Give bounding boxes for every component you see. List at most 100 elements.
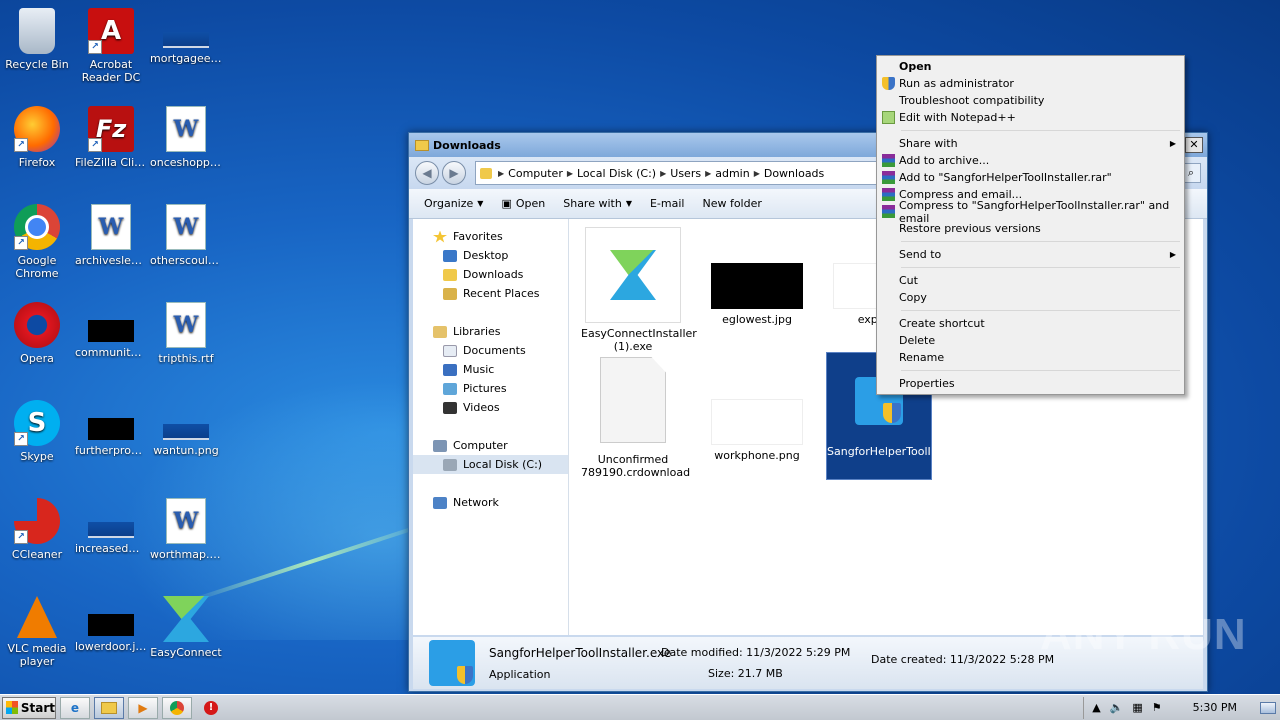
desktop-icon-ccleaner[interactable]: ↗ CCleaner: [0, 492, 74, 584]
share-with-label: Share with: [563, 197, 622, 210]
nav-item-desktop[interactable]: Desktop: [413, 246, 568, 265]
file-item[interactable]: workphone.png: [705, 357, 809, 462]
taskbar-ie[interactable]: e: [60, 696, 90, 719]
desktop-icon-vlc[interactable]: VLC media player: [0, 590, 74, 682]
nav-item-downloads[interactable]: Downloads: [413, 265, 568, 284]
desktop-icon-label: lowerdoor.jpg: [75, 640, 148, 653]
menu-item-add-archive[interactable]: Add to archive...: [879, 152, 1182, 169]
show-hidden-icons-icon[interactable]: ▲: [1092, 701, 1100, 714]
breadcrumb-item-users[interactable]: Users: [670, 167, 701, 180]
menu-item-run-as-admin[interactable]: Run as administrator: [879, 75, 1182, 92]
menu-item-create-shortcut[interactable]: Create shortcut: [879, 315, 1182, 332]
menu-item-delete[interactable]: Delete: [879, 332, 1182, 349]
nav-item-documents[interactable]: Documents: [413, 341, 568, 360]
email-button[interactable]: E-mail: [641, 197, 694, 210]
desktop-icon-archiveslea[interactable]: W archiveslea...: [74, 198, 148, 290]
menu-item-troubleshoot[interactable]: Troubleshoot compatibility: [879, 92, 1182, 109]
back-button[interactable]: ◀: [415, 161, 439, 185]
shortcut-arrow-icon: ↗: [14, 236, 28, 250]
start-label: Start: [20, 700, 55, 715]
nav-item-recent-places[interactable]: Recent Places: [413, 284, 568, 303]
menu-item-properties[interactable]: Properties: [879, 375, 1182, 392]
clock[interactable]: 5:30 PM: [1193, 701, 1237, 714]
menu-item-compress-rar-email[interactable]: Compress to "SangforHelperToolInstaller.…: [879, 199, 1182, 225]
nav-item-libraries[interactable]: Libraries: [413, 322, 568, 341]
file-size: Size: 21.7 MB: [708, 667, 783, 680]
menu-item-share-with[interactable]: Share with ▶: [879, 135, 1182, 152]
speaker-icon[interactable]: 🔈: [1110, 701, 1124, 714]
nav-item-favorites[interactable]: Favorites: [413, 227, 568, 246]
desktop-icon-skype[interactable]: S ↗ Skype: [0, 394, 74, 486]
blank-file-icon: [600, 357, 666, 443]
breadcrumb-item-computer[interactable]: Computer: [508, 167, 563, 180]
show-desktop-button[interactable]: [1260, 701, 1276, 714]
menu-item-restore[interactable]: Restore previous versions: [879, 220, 1182, 237]
desktop-icon-recycle-bin[interactable]: Recycle Bin: [0, 2, 74, 94]
taskbar-chrome[interactable]: [162, 696, 192, 719]
organize-button[interactable]: Organize ▼: [415, 197, 492, 210]
file-item[interactable]: Unconfirmed 789190.crdownload: [581, 357, 690, 479]
menu-item-rename[interactable]: Rename: [879, 349, 1182, 366]
nav-item-network[interactable]: Network: [413, 493, 568, 512]
skype-icon: S ↗: [14, 400, 60, 446]
menu-item-copy[interactable]: Copy: [879, 289, 1182, 306]
desktop-icon-chrome[interactable]: ↗ Google Chrome: [0, 198, 74, 290]
windows-logo-icon: [6, 701, 18, 714]
file-item[interactable]: EasyConnectInstaller (1).exe: [581, 227, 697, 353]
desktop-icon-tripthis[interactable]: W tripthis.rtf: [149, 296, 223, 388]
nav-item-videos[interactable]: Videos: [413, 398, 568, 417]
share-with-button[interactable]: Share with ▼: [554, 197, 641, 210]
nav-label: Desktop: [463, 249, 509, 262]
desktop-icon-label: EasyConnect: [150, 646, 222, 659]
uac-shield-icon: [882, 77, 895, 90]
menu-item-edit-notepad[interactable]: Edit with Notepad++: [879, 109, 1182, 126]
desktop-icon-filezilla[interactable]: Fz ↗ FileZilla Client: [74, 100, 148, 192]
nav-label: Downloads: [463, 268, 524, 281]
menu-separator: [901, 370, 1180, 371]
chevron-down-icon: ▼: [625, 199, 632, 208]
menu-item-add-to-rar[interactable]: Add to "SangforHelperToolInstaller.rar": [879, 169, 1182, 186]
nav-item-local-disk[interactable]: Local Disk (C:): [413, 455, 568, 474]
new-folder-button[interactable]: New folder: [693, 197, 770, 210]
breadcrumb-item-downloads[interactable]: Downloads: [764, 167, 824, 180]
open-button[interactable]: ▣ Open: [492, 197, 554, 210]
nav-label: Documents: [463, 344, 526, 357]
menu-label: Create shortcut: [899, 317, 985, 330]
desktop-icon-opera[interactable]: Opera: [0, 296, 74, 388]
desktop-icon-onceshoppi[interactable]: W onceshoppi...: [149, 100, 223, 192]
desktop-icon-communityd[interactable]: communityd...: [74, 296, 148, 388]
desktop-icon-worthmap[interactable]: W worthmap.rtf: [149, 492, 223, 584]
menu-label: Add to archive...: [899, 154, 990, 167]
hard-drive-icon: [443, 458, 457, 471]
context-menu: Open Run as administrator Troubleshoot c…: [876, 55, 1185, 395]
nav-item-computer[interactable]: Computer: [413, 436, 568, 455]
start-button[interactable]: Start: [2, 696, 56, 719]
desktop-icon-mortgagee[interactable]: mortgagee....: [149, 2, 223, 94]
desktop-icon-lowerdoor[interactable]: lowerdoor.jpg: [74, 590, 148, 682]
desktop-icon-label: VLC media player: [7, 642, 67, 668]
desktop-icon-easyconnect[interactable]: EasyConnect: [149, 590, 223, 682]
breadcrumb-item-local-disk[interactable]: Local Disk (C:): [577, 167, 656, 180]
close-button[interactable]: ✕: [1185, 137, 1203, 153]
desktop-icon-acrobat[interactable]: A ↗ Acrobat Reader DC: [74, 2, 148, 94]
desktop-icon-label: furtherprovi...: [75, 444, 148, 457]
action-center-flag-icon[interactable]: ⚑: [1152, 701, 1162, 714]
easyconnect-icon: [163, 596, 209, 642]
desktop-icon-firefox[interactable]: ↗ Firefox: [0, 100, 74, 192]
nav-item-pictures[interactable]: Pictures: [413, 379, 568, 398]
breadcrumb-item-admin[interactable]: admin: [715, 167, 749, 180]
desktop-icon-otherscould[interactable]: W otherscould...: [149, 198, 223, 290]
taskbar-explorer[interactable]: [94, 696, 124, 719]
menu-item-send-to[interactable]: Send to ▶: [879, 246, 1182, 263]
desktop-icon-wantun[interactable]: wantun.png: [149, 394, 223, 486]
network-tray-icon[interactable]: ▦: [1132, 701, 1142, 714]
taskbar-media-player[interactable]: ▶: [128, 696, 158, 719]
menu-item-cut[interactable]: Cut: [879, 272, 1182, 289]
nav-item-music[interactable]: Music: [413, 360, 568, 379]
desktop-icon-furtherprovi[interactable]: furtherprovi...: [74, 394, 148, 486]
taskbar-stop[interactable]: !: [196, 697, 226, 719]
file-item[interactable]: eglowest.jpg: [705, 227, 809, 326]
forward-button[interactable]: ▶: [442, 161, 466, 185]
desktop-icon-increasedm[interactable]: increasedm...: [74, 492, 148, 584]
menu-item-open[interactable]: Open: [879, 58, 1182, 75]
